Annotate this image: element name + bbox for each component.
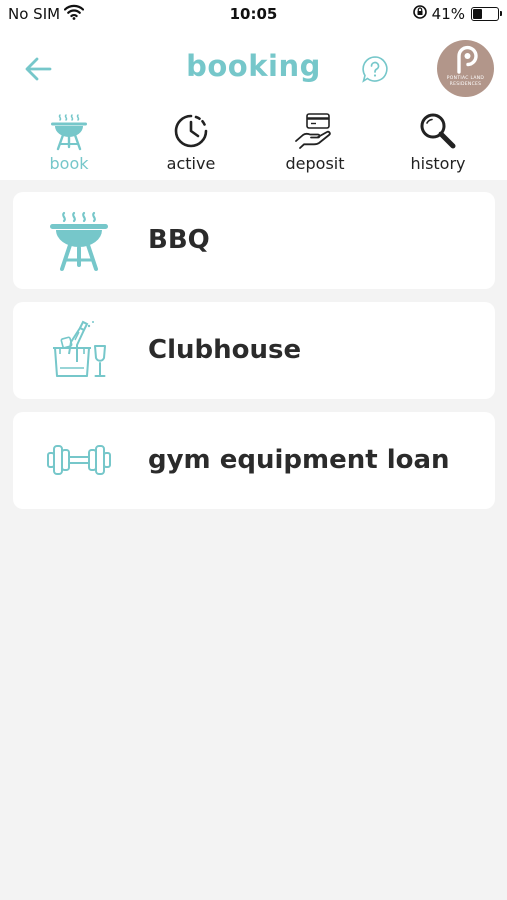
facility-label: Clubhouse [148, 335, 302, 365]
battery-percent: 41% [431, 5, 465, 23]
champagne-bucket-icon [47, 318, 111, 382]
facility-card-clubhouse[interactable]: Clubhouse [13, 302, 495, 399]
facility-card-gym-equipment-loan[interactable]: gym equipment loan [13, 412, 495, 509]
tab-active-label: active [166, 154, 216, 173]
tab-deposit-label: deposit [285, 154, 345, 173]
tab-book[interactable]: book [14, 108, 124, 178]
bbq-grill-icon [14, 111, 124, 151]
magnifier-icon [383, 111, 493, 151]
dumbbell-icon [47, 428, 111, 492]
page-title: booking [186, 49, 321, 83]
card-hand-icon [260, 111, 370, 151]
facility-label: BBQ [148, 225, 210, 255]
avatar[interactable]: PONTIAC LAND RESIDENCES [437, 40, 494, 97]
facility-label: gym equipment loan [148, 445, 450, 475]
rotation-lock-icon [412, 4, 428, 24]
battery-icon [471, 7, 502, 21]
tab-active[interactable]: active [136, 108, 246, 178]
question-mark-icon [362, 56, 388, 83]
facility-card-bbq[interactable]: BBQ [13, 192, 495, 289]
help-button[interactable] [360, 54, 390, 88]
tab-book-label: book [49, 154, 89, 173]
pontiac-logo-icon [457, 45, 478, 74]
tab-deposit[interactable]: deposit [260, 108, 370, 178]
tab-history[interactable]: history [383, 108, 493, 178]
status-bar: No SIM 10:05 41% [0, 0, 507, 28]
clock-icon [136, 111, 246, 151]
avatar-logo-text: PONTIAC LAND RESIDENCES [446, 76, 485, 87]
tab-bar: book active deposit history [0, 108, 507, 178]
bbq-grill-icon [47, 208, 111, 272]
tab-history-label: history [410, 154, 466, 173]
